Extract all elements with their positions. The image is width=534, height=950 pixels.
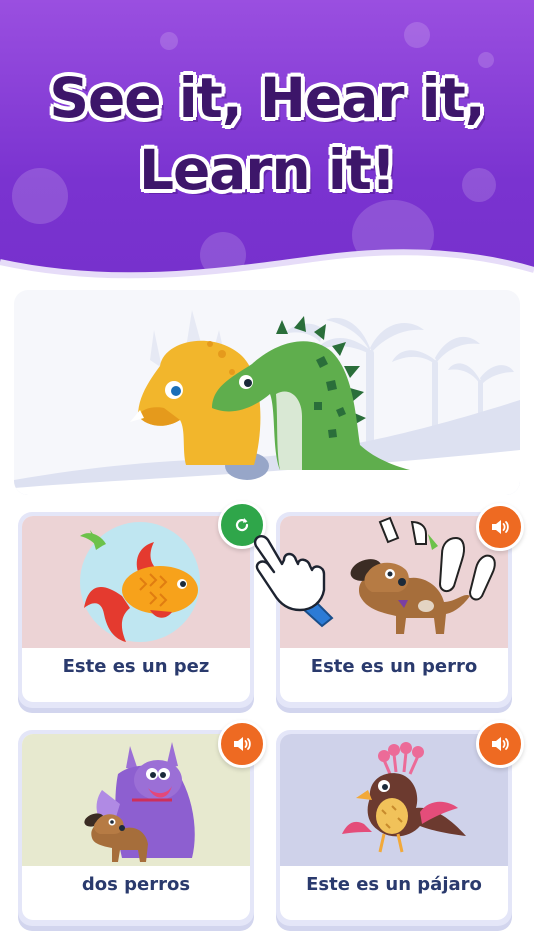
flashcard-image [280,734,508,866]
flashcard-body: Este es un pez [22,516,250,702]
flashcard-image [22,734,250,866]
speaker-icon [492,520,509,534]
flashcard-label: dos perros [81,874,191,895]
headline: See it, Hear it, Learn it! [0,62,534,206]
flashcard-bird[interactable]: Este es un pájaro [276,730,512,926]
promo-header: See it, Hear it, Learn it! [0,0,534,300]
speaker-icon [234,737,251,751]
bird-icon [342,742,466,853]
decor-bubble [160,32,178,50]
headline-line-2: Learn it! [138,138,396,202]
tap-hand-icon [253,535,334,628]
speaker-button[interactable] [476,503,524,551]
flashcard-body: Este es un pájaro [280,734,508,920]
flashcard-label: Este es un pájaro [306,874,482,895]
speaker-button[interactable] [218,720,266,768]
flashcard-body: dos perros [22,734,250,920]
flashcard-label: Este es un pez [62,656,210,677]
speaker-icon [492,737,509,751]
flashcard-fish[interactable]: Este es un pez [18,512,254,708]
decor-bubble [404,22,430,48]
flashcard-label: Este es un perro [310,656,478,677]
headline-line-1: See it, Hear it, [49,66,485,130]
dinosaur-scene [14,290,520,495]
speaker-button[interactable] [476,720,524,768]
flashcard-two-dogs[interactable]: dos perros [18,730,254,926]
flashcard-image [22,516,250,648]
